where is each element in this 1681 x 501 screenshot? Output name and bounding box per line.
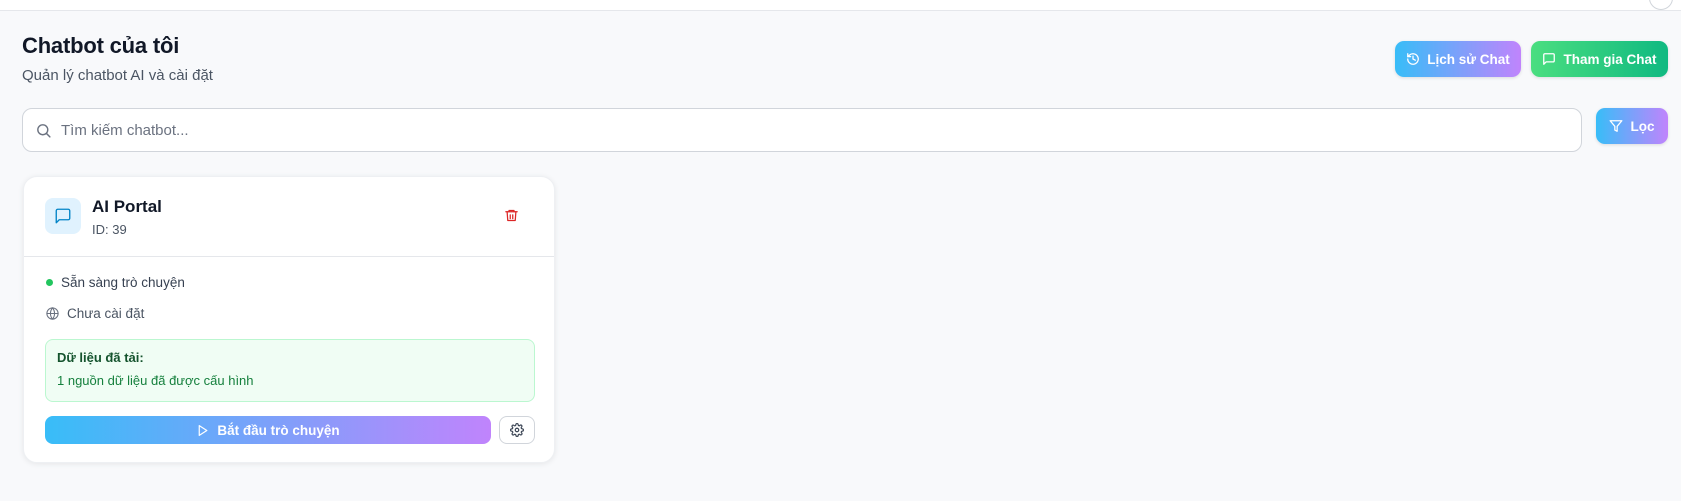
settings-icon: [510, 423, 524, 437]
page-title: Chatbot của tôi: [22, 33, 180, 58]
loaded-data-info: Dữ liệu đã tải: 1 nguồn dữ liệu đã được …: [45, 339, 535, 402]
chatbot-status: Sẵn sàng trò chuyện: [45, 275, 185, 290]
chatbot-avatar: [45, 198, 81, 234]
search-input[interactable]: [61, 121, 1561, 139]
install-status: Chưa cài đặt: [45, 306, 144, 321]
message-square-icon: [55, 208, 71, 224]
delete-chatbot-button[interactable]: [500, 204, 522, 226]
filter-button[interactable]: Lọc: [1596, 108, 1668, 144]
filter-icon: [1610, 120, 1623, 132]
search-box[interactable]: [22, 108, 1582, 152]
user-avatar[interactable]: [1649, 0, 1673, 10]
chatbot-card: AI Portal ID: 39 Sẵn sàng trò chuyện Chư…: [23, 176, 555, 463]
message-square-icon: [1543, 53, 1556, 65]
status-dot: [46, 279, 53, 286]
chatbot-card-header: AI Portal ID: 39: [24, 177, 554, 257]
loaded-data-title: Dữ liệu đã tải:: [57, 350, 144, 365]
top-navbar: [0, 0, 1681, 11]
status-text: Sẵn sàng trò chuyện: [61, 275, 185, 290]
start-chat-label: Bắt đầu trò chuyện: [217, 422, 340, 438]
globe-icon: [46, 307, 59, 320]
chat-history-button[interactable]: Lịch sử Chat: [1395, 41, 1521, 77]
loaded-data-description: 1 nguồn dữ liệu đã được cấu hình: [57, 373, 254, 388]
join-chat-button[interactable]: Tham gia Chat: [1531, 41, 1668, 77]
trash-icon: [504, 209, 518, 221]
chatbot-settings-button[interactable]: [499, 416, 535, 444]
history-icon: [1407, 53, 1420, 65]
chatbot-name: AI Portal: [92, 197, 162, 216]
chat-history-label: Lịch sử Chat: [1427, 51, 1510, 67]
join-chat-label: Tham gia Chat: [1563, 51, 1657, 67]
chatbot-id: ID: 39: [92, 222, 127, 237]
filter-label: Lọc: [1630, 118, 1655, 134]
start-chat-button[interactable]: Bắt đầu trò chuyện: [45, 416, 491, 444]
play-icon: [199, 424, 208, 436]
search-icon: [37, 123, 51, 138]
install-status-text: Chưa cài đặt: [67, 306, 145, 321]
page-subtitle: Quản lý chatbot AI và cài đặt: [22, 67, 213, 84]
